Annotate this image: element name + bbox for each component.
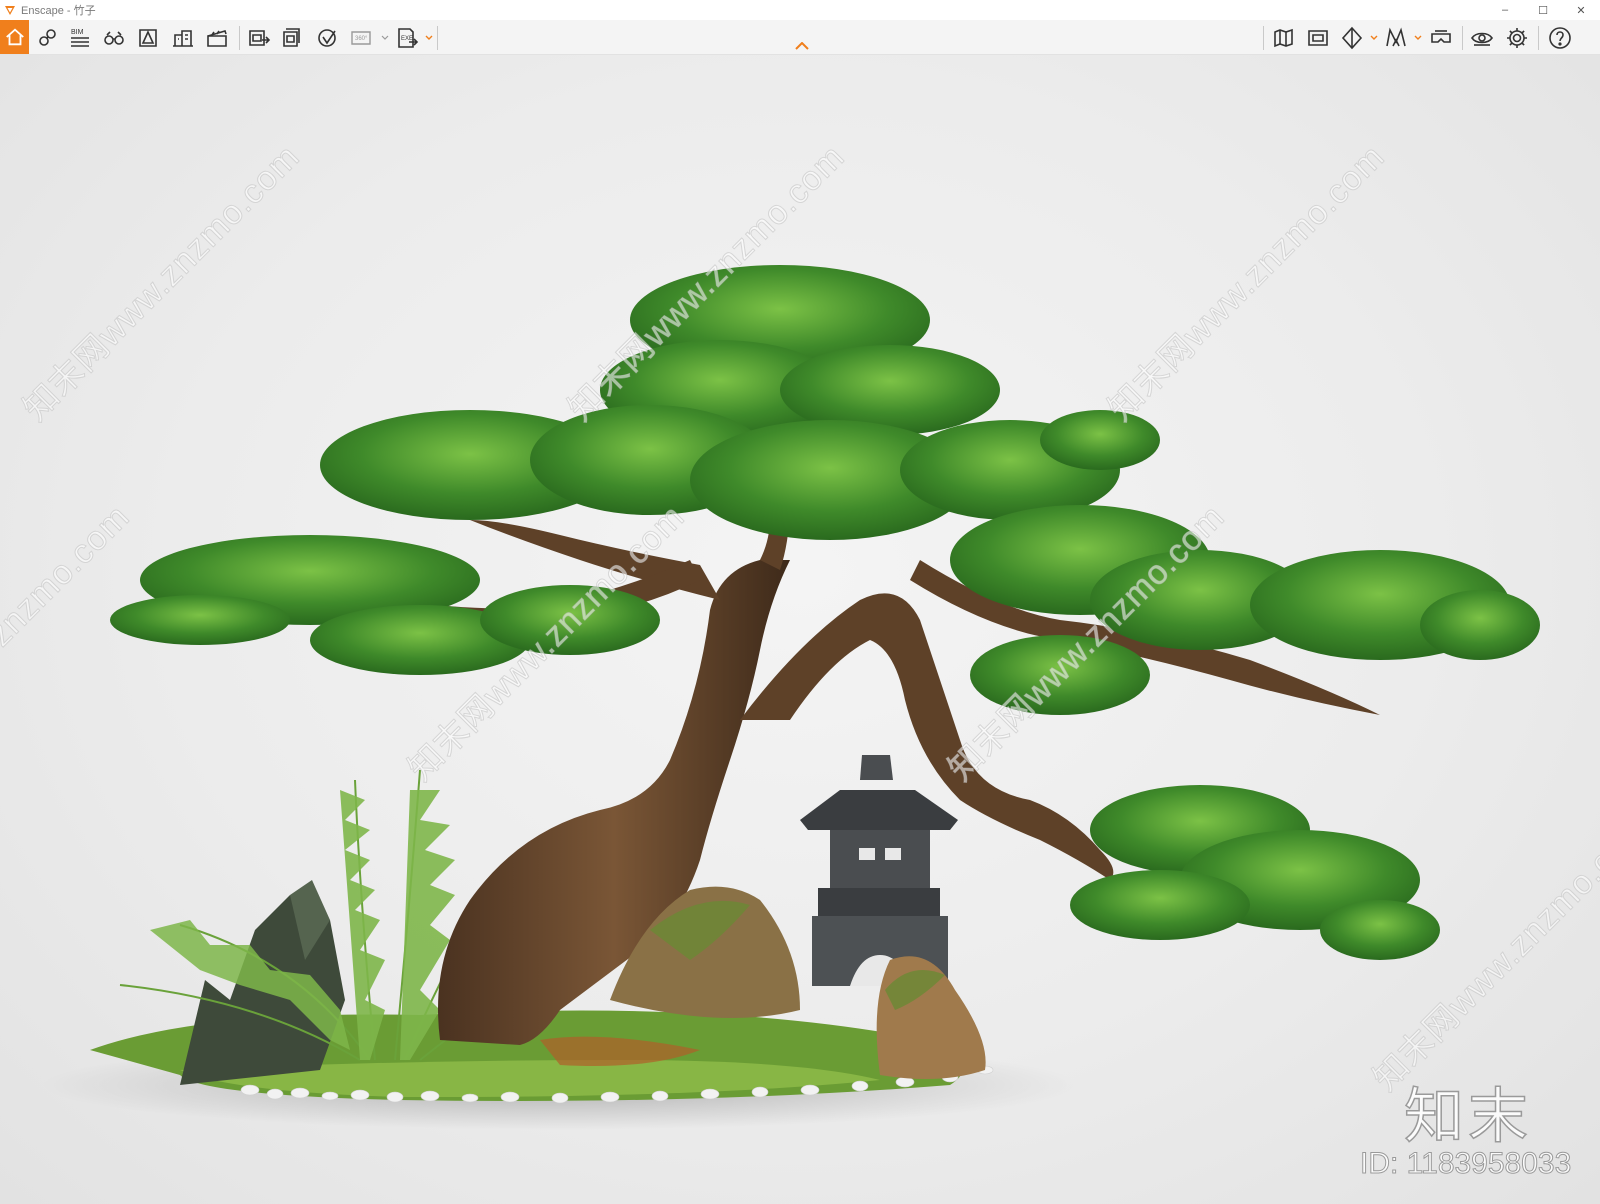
visibility-button[interactable] [1467, 23, 1497, 53]
svg-text:EXE: EXE [401, 36, 413, 42]
vr-headset-icon [1431, 30, 1451, 43]
video-editor-button[interactable] [202, 23, 232, 53]
buildings-button[interactable] [168, 23, 198, 53]
toolbar-separator [1462, 26, 1463, 50]
toolbar-separator [1538, 26, 1539, 50]
home-button[interactable] [0, 20, 29, 54]
map-button[interactable] [1269, 23, 1299, 53]
map-icon [1274, 28, 1293, 48]
bim-icon: BIM [71, 29, 89, 47]
home-icon [5, 28, 24, 46]
toolbar-separator [239, 26, 240, 50]
material-icon [1386, 27, 1406, 47]
panorama-dropdown-icon[interactable] [381, 34, 389, 42]
exe-export-button[interactable]: EXE [392, 23, 422, 53]
capture-view-icon [1308, 30, 1328, 46]
material-dropdown-icon[interactable] [1414, 34, 1422, 42]
toolbar-separator [1263, 26, 1264, 50]
binoculars-button[interactable] [99, 23, 129, 53]
map-pin-icon [39, 29, 56, 46]
screenshot-export-icon [249, 30, 271, 46]
views-button[interactable] [32, 23, 62, 53]
window-title: Enscape - 竹子 [21, 5, 96, 17]
help-button[interactable] [1545, 23, 1575, 53]
settings-button[interactable] [1502, 23, 1532, 53]
eye-icon [1471, 32, 1493, 46]
upload-button[interactable] [313, 23, 343, 53]
enscape-logo-icon [5, 6, 15, 15]
asset-library-button[interactable] [133, 23, 163, 53]
capture-view-button[interactable] [1303, 23, 1333, 53]
svg-text:BIM: BIM [71, 29, 84, 36]
cube-view-icon [1341, 26, 1363, 50]
buildings-icon [173, 30, 193, 47]
cube-view-button[interactable] [1337, 23, 1367, 53]
minimize-button[interactable]: – [1486, 0, 1524, 20]
panorama-360-icon: 360° [351, 31, 371, 45]
render-viewport[interactable]: 知末网www.znzmo.com 知末网www.znzmo.com 知末网www… [0, 55, 1600, 1204]
stone-lantern [800, 755, 958, 986]
batch-export-icon [283, 28, 300, 47]
asset-library-icon [139, 29, 157, 47]
screenshot-button[interactable] [244, 23, 274, 53]
exe-export-icon: EXE [398, 28, 419, 48]
upload-icon [318, 29, 336, 47]
znzmo-logo: 知末 [1403, 1082, 1532, 1151]
panorama-button[interactable]: 360° [347, 23, 377, 53]
window-controls: – ☐ ✕ [1486, 0, 1600, 20]
binoculars-icon [104, 31, 124, 45]
cube-view-dropdown-icon[interactable] [1370, 34, 1378, 42]
bim-button[interactable]: BIM [65, 23, 95, 53]
pine-foliage [110, 265, 1540, 960]
vr-headset-button[interactable] [1426, 23, 1456, 53]
maximize-button[interactable]: ☐ [1524, 0, 1562, 20]
title-bar: Enscape - 竹子 – ☐ ✕ [0, 0, 1600, 20]
clapperboard-icon [207, 30, 227, 47]
help-icon [1549, 27, 1571, 49]
batch-render-button[interactable] [278, 23, 308, 53]
export-dropdown-icon[interactable] [425, 34, 433, 42]
close-button[interactable]: ✕ [1562, 0, 1600, 20]
material-editor-button[interactable] [1381, 23, 1411, 53]
collapse-toolbar-icon[interactable] [795, 42, 809, 50]
toolbar-separator [437, 26, 438, 50]
svg-text:360°: 360° [355, 36, 368, 42]
model-id-text: ID: 1183958033 [1359, 1147, 1572, 1181]
settings-gear-icon [1507, 28, 1527, 48]
